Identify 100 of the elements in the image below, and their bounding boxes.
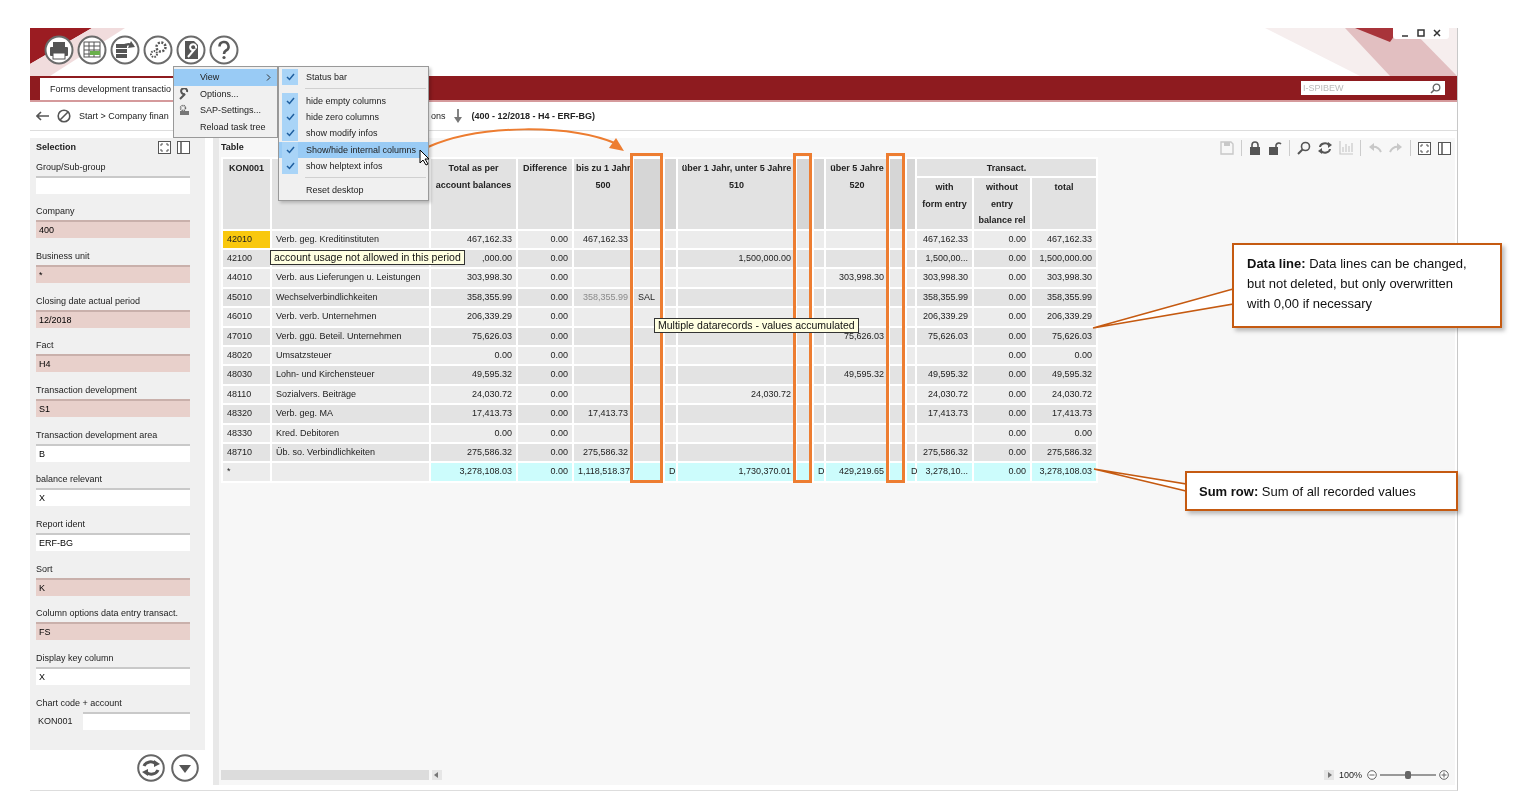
refresh-icon[interactable] <box>1318 141 1332 155</box>
table-cell <box>826 249 888 268</box>
menu-item[interactable]: Show/hide internal columns <box>279 141 428 158</box>
table-cell: 75,626.03 <box>431 327 516 345</box>
table-cell: 0.00 <box>518 308 572 326</box>
table-cell: 1,500,000.00 <box>678 249 795 268</box>
table-cell: 275,586.32 <box>1032 443 1096 462</box>
table-cell <box>814 230 824 248</box>
table-cell: 0.00 <box>974 463 1030 481</box>
table-cell <box>665 249 676 268</box>
expand-icon[interactable] <box>1418 141 1431 155</box>
field-label: Column options data entry transact. <box>36 607 180 620</box>
panel-icon[interactable] <box>1438 141 1451 155</box>
zoom-in-icon[interactable] <box>1439 770 1449 780</box>
cancel-icon[interactable] <box>57 109 71 123</box>
field-label: Chart code + account <box>36 696 123 709</box>
menu-item[interactable]: Status bar <box>279 69 428 86</box>
input-field[interactable]: * <box>36 264 190 283</box>
menu-item[interactable]: hide empty columns <box>279 92 428 109</box>
table-cell: 49,595.32 <box>826 366 888 384</box>
table-cell: 0.00 <box>518 463 572 481</box>
table-cell: 467,162.33 <box>917 230 972 248</box>
table-cell: 0.00 <box>974 288 1030 307</box>
field-label: Company <box>36 205 76 218</box>
scroll-left-icon[interactable] <box>432 770 442 780</box>
column-header: KON001 <box>223 159 270 229</box>
lock-icon[interactable] <box>1249 141 1261 155</box>
table-cell: 48110 <box>223 385 270 404</box>
search-field[interactable]: I-SPIBEW <box>1301 81 1445 95</box>
menu-item[interactable]: View <box>174 69 277 86</box>
scrollbar[interactable] <box>221 770 429 780</box>
input-field[interactable]: H4 <box>36 354 190 373</box>
menu-item[interactable]: Reset desktop <box>279 181 428 198</box>
column-header: Total as per account balances <box>431 159 516 229</box>
down-arrow-icon[interactable] <box>453 109 462 123</box>
table-cell: 358,355.99 <box>1032 288 1096 307</box>
unlock-icon[interactable] <box>1268 141 1282 155</box>
tooltip: account usage not allowed in this period <box>270 249 465 265</box>
input-field[interactable]: K <box>36 577 190 596</box>
scroll-right-icon[interactable] <box>1323 770 1334 780</box>
input-field[interactable]: 400 <box>36 220 190 239</box>
column-header: without entry balance rel <box>974 178 1030 229</box>
tab[interactable]: Forms development transactio <box>40 78 173 100</box>
menu-item[interactable]: Reload task tree <box>174 118 277 135</box>
menu-item[interactable]: Options... <box>174 85 277 102</box>
input-field[interactable] <box>83 711 190 730</box>
table-cell: 24,030.72 <box>678 385 795 404</box>
expand-icon[interactable] <box>158 140 171 154</box>
panel-title: Selection <box>36 142 77 152</box>
input-field[interactable]: X <box>36 667 190 686</box>
input-field[interactable]: S1 <box>36 398 190 417</box>
table-cell: 24,030.72 <box>1032 385 1096 404</box>
breadcrumb[interactable]: ons <box>431 111 446 121</box>
search-icon[interactable] <box>1430 82 1441 94</box>
refresh-icon[interactable] <box>137 754 165 782</box>
field-label: Transaction development area <box>36 428 159 441</box>
table-cell: 303,998.30 <box>1032 269 1096 287</box>
table-icon[interactable] <box>77 35 107 65</box>
table-cell: 48320 <box>223 405 270 423</box>
dropdown-icon[interactable] <box>171 754 199 782</box>
table-cell: 467,162.33 <box>1032 230 1096 248</box>
maximize-icon[interactable] <box>1417 29 1425 37</box>
table-cell: 45010 <box>223 288 270 307</box>
table-cell: 42100 <box>223 249 270 268</box>
input-field[interactable]: FS <box>36 622 190 641</box>
help-icon[interactable] <box>209 35 239 65</box>
checkmark-icon <box>285 73 295 82</box>
input-field[interactable]: 12/2018 <box>36 309 190 328</box>
zoom-reading: 100% <box>1338 770 1362 780</box>
field-label: Business unit <box>36 249 91 262</box>
table-cell: 303,998.30 <box>826 269 888 287</box>
back-arrow-icon[interactable] <box>36 111 49 121</box>
table-cell: D <box>814 463 824 481</box>
input-field[interactable] <box>36 175 190 194</box>
table-cell: 275,586.32 <box>917 443 972 462</box>
zoom-out-icon[interactable] <box>1367 770 1377 780</box>
input-field[interactable]: X <box>36 488 190 507</box>
search-icon[interactable] <box>1297 141 1311 155</box>
table-cell: 49,595.32 <box>1032 366 1096 384</box>
table-cell: Verb. geg. Kreditinstituten <box>272 230 429 248</box>
slider-thumb[interactable] <box>1405 771 1411 779</box>
zoom-slider[interactable] <box>1380 771 1436 779</box>
table-cell: 1,730,370.01 <box>678 463 795 481</box>
menu-item[interactable]: show modify infos <box>279 125 428 142</box>
menu-item[interactable]: hide zero columns <box>279 108 428 126</box>
input-field[interactable]: ERF-BG <box>36 533 190 551</box>
gears-icon[interactable] <box>143 35 173 65</box>
input-field[interactable]: B <box>36 443 190 462</box>
panel-icon[interactable] <box>177 140 190 154</box>
chevron-right-icon <box>266 73 271 81</box>
column-header: with form entry <box>917 178 972 229</box>
menu-item[interactable]: SAP-Settings... <box>174 102 277 119</box>
table-cell: 206,339.29 <box>917 308 972 326</box>
table-cell: 358,355.99 <box>431 288 516 307</box>
close-icon[interactable] <box>1433 29 1441 37</box>
document-wrench-icon[interactable] <box>176 35 206 65</box>
table-cell <box>814 366 824 384</box>
export-icon[interactable] <box>110 35 140 65</box>
table-cell <box>665 366 676 384</box>
printer-icon[interactable] <box>44 35 74 65</box>
